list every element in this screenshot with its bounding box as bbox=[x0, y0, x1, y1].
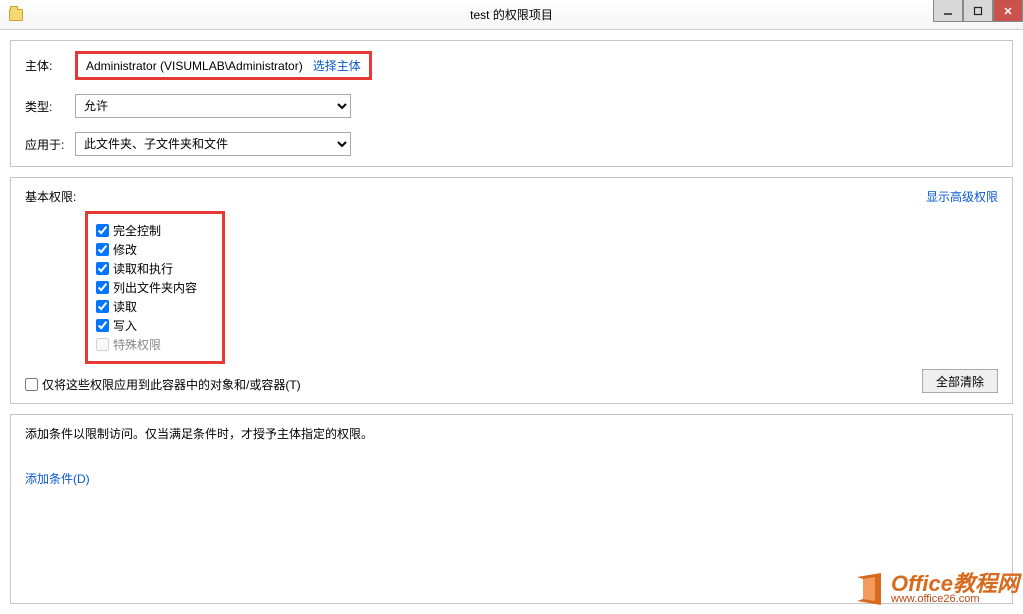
perm-special-checkbox bbox=[96, 338, 109, 351]
permissions-header: 基本权限: bbox=[25, 188, 998, 205]
watermark-text: Office教程网 www.office26.com bbox=[891, 573, 1019, 605]
perm-full-control[interactable]: 完全控制 bbox=[96, 222, 214, 239]
clear-all-button[interactable]: 全部清除 bbox=[922, 369, 998, 393]
only-apply-label: 仅将这些权限应用到此容器中的对象和/或容器(T) bbox=[42, 376, 301, 393]
perm-modify-checkbox[interactable] bbox=[96, 243, 109, 256]
titlebar: test 的权限项目 bbox=[0, 0, 1023, 30]
applies-to-select[interactable]: 此文件夹、子文件夹和文件 bbox=[75, 132, 351, 156]
show-advanced-link[interactable]: 显示高级权限 bbox=[926, 188, 998, 205]
perm-read-execute-checkbox[interactable] bbox=[96, 262, 109, 275]
maximize-button[interactable] bbox=[963, 0, 993, 22]
perm-special: 特殊权限 bbox=[96, 336, 214, 353]
window-title: test 的权限项目 bbox=[0, 6, 1023, 23]
principal-name: Administrator (VISUMLAB\Administrator) bbox=[86, 59, 303, 73]
perm-list-contents[interactable]: 列出文件夹内容 bbox=[96, 279, 214, 296]
office-logo-icon bbox=[851, 571, 887, 607]
perm-label: 读取和执行 bbox=[113, 260, 173, 277]
principal-box: Administrator (VISUMLAB\Administrator) 选… bbox=[75, 51, 372, 80]
perm-read-execute[interactable]: 读取和执行 bbox=[96, 260, 214, 277]
perm-label: 读取 bbox=[113, 298, 137, 315]
close-button[interactable] bbox=[993, 0, 1023, 22]
perm-label: 列出文件夹内容 bbox=[113, 279, 197, 296]
select-principal-link[interactable]: 选择主体 bbox=[313, 57, 361, 74]
watermark: Office教程网 www.office26.com bbox=[851, 571, 1019, 607]
permissions-panel: 基本权限: 显示高级权限 完全控制 修改 读取和执行 列出文件夹内容 读取 bbox=[10, 177, 1013, 404]
perm-write-checkbox[interactable] bbox=[96, 319, 109, 332]
watermark-sub: www.office26.com bbox=[891, 593, 979, 605]
principal-label: 主体: bbox=[25, 57, 75, 74]
applies-to-label: 应用于: bbox=[25, 136, 75, 153]
perm-label: 写入 bbox=[113, 317, 137, 334]
minimize-button[interactable] bbox=[933, 0, 963, 22]
only-apply-checkbox[interactable] bbox=[25, 378, 38, 391]
permissions-list: 完全控制 修改 读取和执行 列出文件夹内容 读取 写入 bbox=[85, 211, 225, 364]
add-condition-link[interactable]: 添加条件(D) bbox=[25, 472, 90, 486]
perm-read-checkbox[interactable] bbox=[96, 300, 109, 313]
perm-label: 修改 bbox=[113, 241, 137, 258]
perm-modify[interactable]: 修改 bbox=[96, 241, 214, 258]
type-label: 类型: bbox=[25, 98, 75, 115]
perm-label: 完全控制 bbox=[113, 222, 161, 239]
perm-full-control-checkbox[interactable] bbox=[96, 224, 109, 237]
perm-list-contents-checkbox[interactable] bbox=[96, 281, 109, 294]
only-apply-checkbox-row[interactable]: 仅将这些权限应用到此容器中的对象和/或容器(T) bbox=[25, 376, 998, 393]
window-icon bbox=[6, 5, 26, 25]
conditions-text: 添加条件以限制访问。仅当满足条件时，才授予主体指定的权限。 bbox=[25, 425, 998, 442]
main-panel: 主体: Administrator (VISUMLAB\Administrato… bbox=[10, 40, 1013, 167]
window-controls bbox=[933, 0, 1023, 22]
folder-icon bbox=[9, 9, 23, 21]
perm-label: 特殊权限 bbox=[113, 336, 161, 353]
perm-read[interactable]: 读取 bbox=[96, 298, 214, 315]
perm-write[interactable]: 写入 bbox=[96, 317, 214, 334]
type-select[interactable]: 允许 bbox=[75, 94, 351, 118]
watermark-main: Office教程网 bbox=[891, 573, 1019, 595]
